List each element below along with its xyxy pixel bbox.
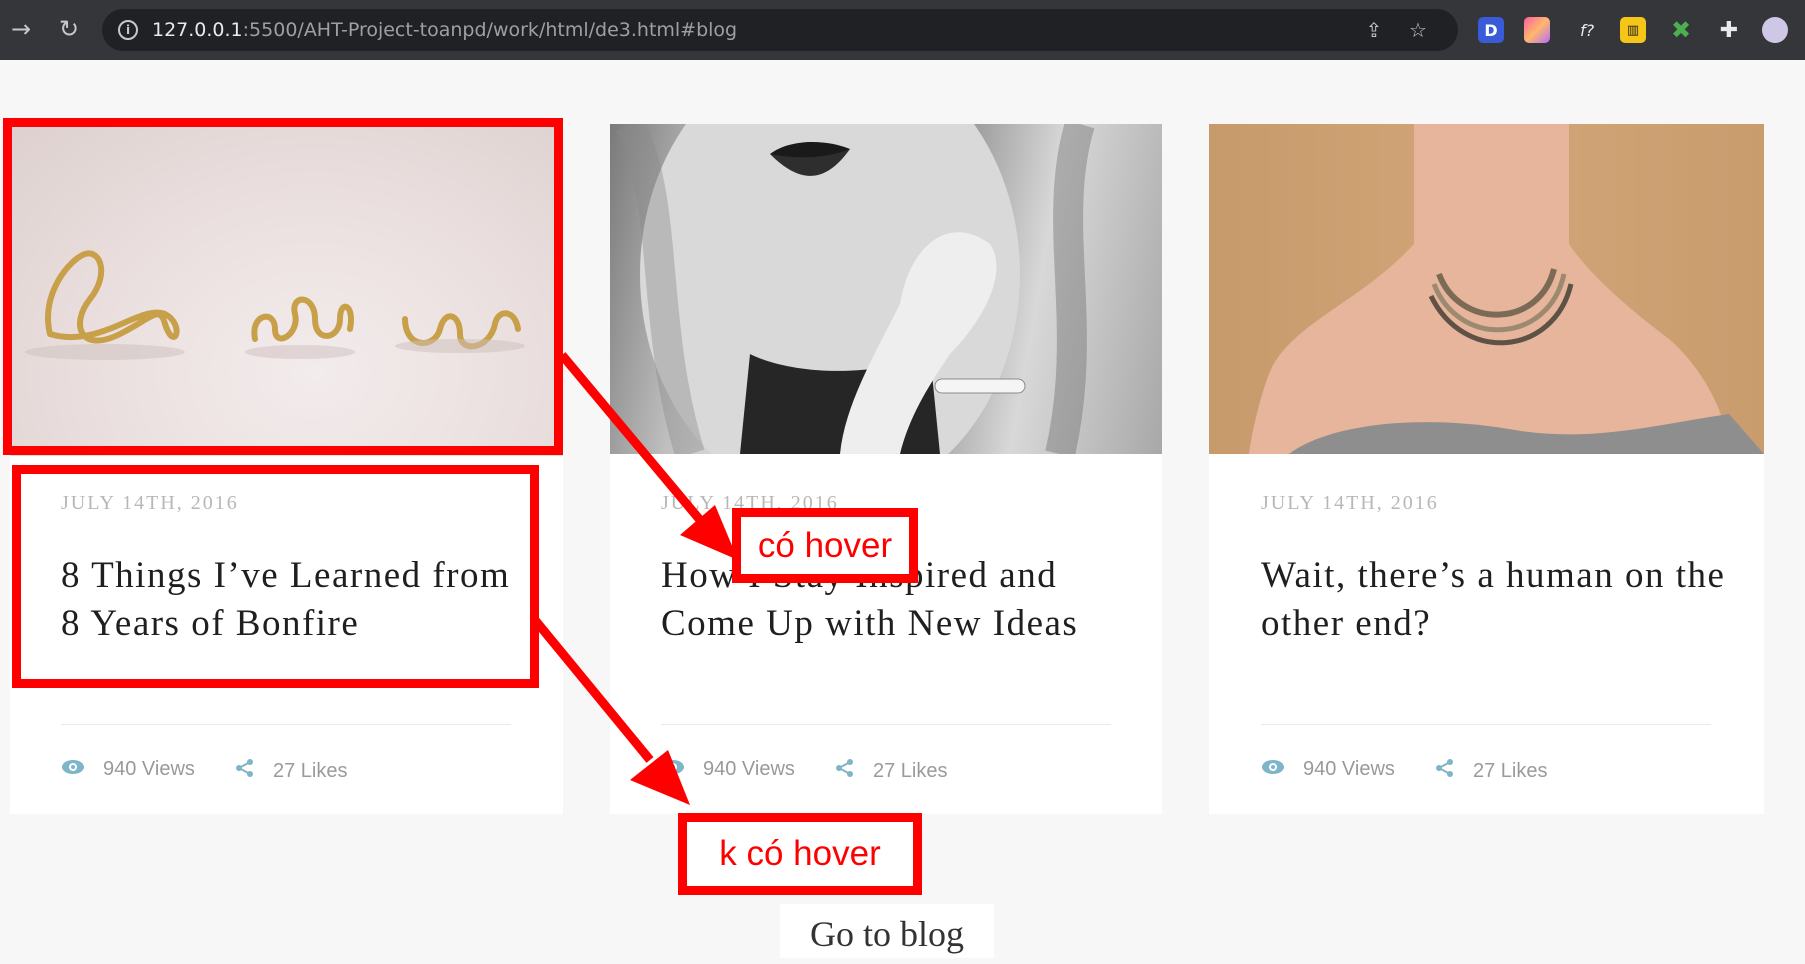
likes-label: 27 Likes xyxy=(873,759,948,782)
views-label: 940 Views xyxy=(103,758,195,780)
likes-counter[interactable]: 27 Likes xyxy=(1435,758,1548,784)
views-counter: 940 Views xyxy=(661,758,795,781)
likes-label: 27 Likes xyxy=(273,759,348,782)
go-to-blog-link[interactable]: Go to blog xyxy=(780,904,994,958)
post-image-necklace[interactable] xyxy=(1209,124,1764,454)
reload-icon[interactable]: ↻ xyxy=(54,14,84,44)
extensions-puzzle-icon[interactable]: ✚ xyxy=(1716,17,1742,43)
post-title[interactable]: Wait, there’s a human on the other end? xyxy=(1261,552,1731,648)
blog-card-3[interactable]: JULY 14TH, 2016 Wait, there’s a human on… xyxy=(1209,124,1764,814)
share-icon xyxy=(835,758,855,784)
eye-icon xyxy=(61,758,85,781)
post-image-dark-lips[interactable] xyxy=(610,124,1162,454)
views-counter: 940 Views xyxy=(1261,758,1395,781)
views-counter: 940 Views xyxy=(61,758,195,781)
post-date: JULY 14TH, 2016 xyxy=(1261,492,1439,514)
likes-label: 27 Likes xyxy=(1473,759,1548,782)
browser-toolbar: → ↻ i 127.0.0.1:5500/AHT-Project-toanpd/… xyxy=(0,0,1805,60)
extension-d-icon[interactable]: D xyxy=(1478,17,1504,43)
annotation-image-highlight xyxy=(3,118,563,455)
annotation-no-hover-label: k có hover xyxy=(678,813,922,895)
portrait-illustration xyxy=(616,124,1095,454)
extension-chart-icon[interactable]: ▥ xyxy=(1620,17,1646,43)
views-label: 940 Views xyxy=(1303,758,1395,780)
profile-avatar[interactable] xyxy=(1762,17,1788,43)
card-divider xyxy=(661,724,1111,725)
share-icon xyxy=(1435,758,1455,784)
bookmark-star-icon[interactable]: ☆ xyxy=(1406,18,1430,42)
views-label: 940 Views xyxy=(703,758,795,780)
likes-counter[interactable]: 27 Likes xyxy=(235,758,348,784)
share-icon[interactable]: ⇪ xyxy=(1362,18,1386,42)
card-divider xyxy=(61,724,511,725)
extension-font-icon[interactable]: f? xyxy=(1570,17,1604,43)
necklace-model-illustration xyxy=(1249,124,1764,454)
url-text[interactable]: 127.0.0.1:5500/AHT-Project-toanpd/work/h… xyxy=(152,19,737,41)
forward-icon[interactable]: → xyxy=(6,14,36,44)
address-bar[interactable]: i 127.0.0.1:5500/AHT-Project-toanpd/work… xyxy=(102,9,1458,51)
blog-card-2[interactable]: JULY 14TH, 2016 How I Stay Inspired and … xyxy=(610,124,1162,814)
card-divider xyxy=(1261,724,1711,725)
extension-gradient-icon[interactable] xyxy=(1524,17,1550,43)
annotation-hover-label: có hover xyxy=(732,508,918,583)
likes-counter[interactable]: 27 Likes xyxy=(835,758,948,784)
share-icon xyxy=(235,758,255,784)
site-info-icon[interactable]: i xyxy=(118,20,138,40)
eye-icon xyxy=(1261,758,1285,781)
annotation-text-highlight xyxy=(12,465,539,688)
eye-icon xyxy=(661,758,685,781)
extension-cross-icon[interactable]: ✖ xyxy=(1668,16,1694,44)
